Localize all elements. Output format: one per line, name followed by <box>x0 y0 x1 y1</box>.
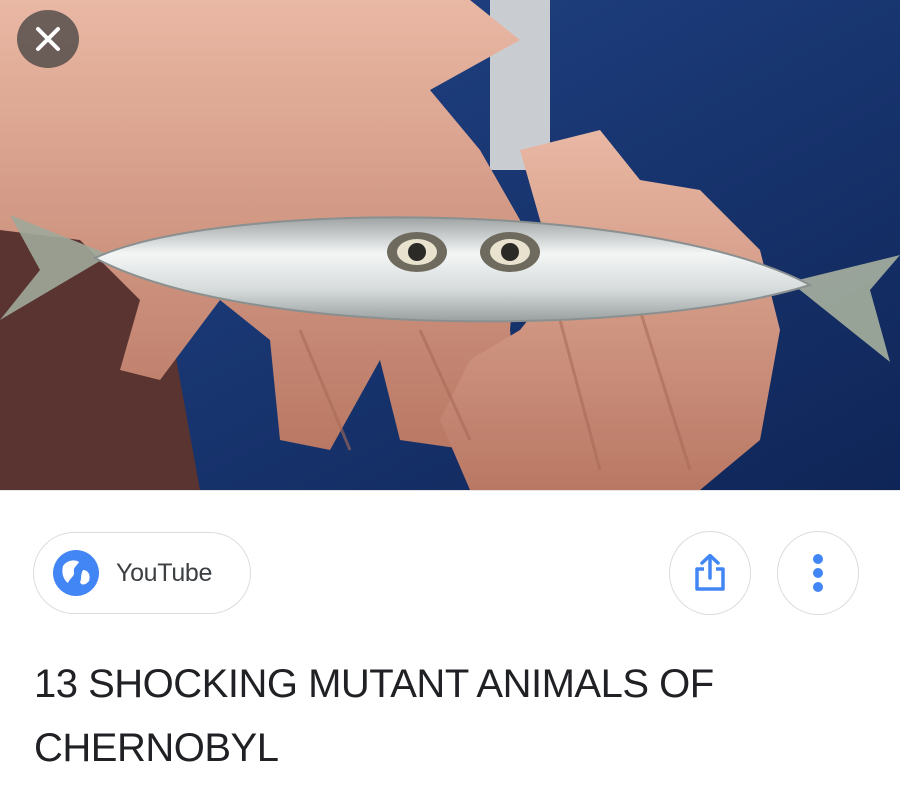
result-image[interactable] <box>0 0 900 490</box>
share-button[interactable] <box>669 531 751 615</box>
close-icon <box>36 27 60 51</box>
fish-photo-illustration <box>0 0 900 490</box>
globe-icon <box>53 550 99 596</box>
more-options-button[interactable] <box>777 531 859 615</box>
result-title[interactable]: 13 SHOCKING MUTANT ANIMALS OF CHERNOBYL <box>34 652 874 780</box>
more-vert-icon <box>813 554 823 592</box>
close-button[interactable] <box>17 10 79 68</box>
source-name: YouTube <box>116 558 213 587</box>
source-chip[interactable]: YouTube <box>33 532 251 614</box>
divider <box>0 490 900 491</box>
share-icon <box>695 554 725 591</box>
